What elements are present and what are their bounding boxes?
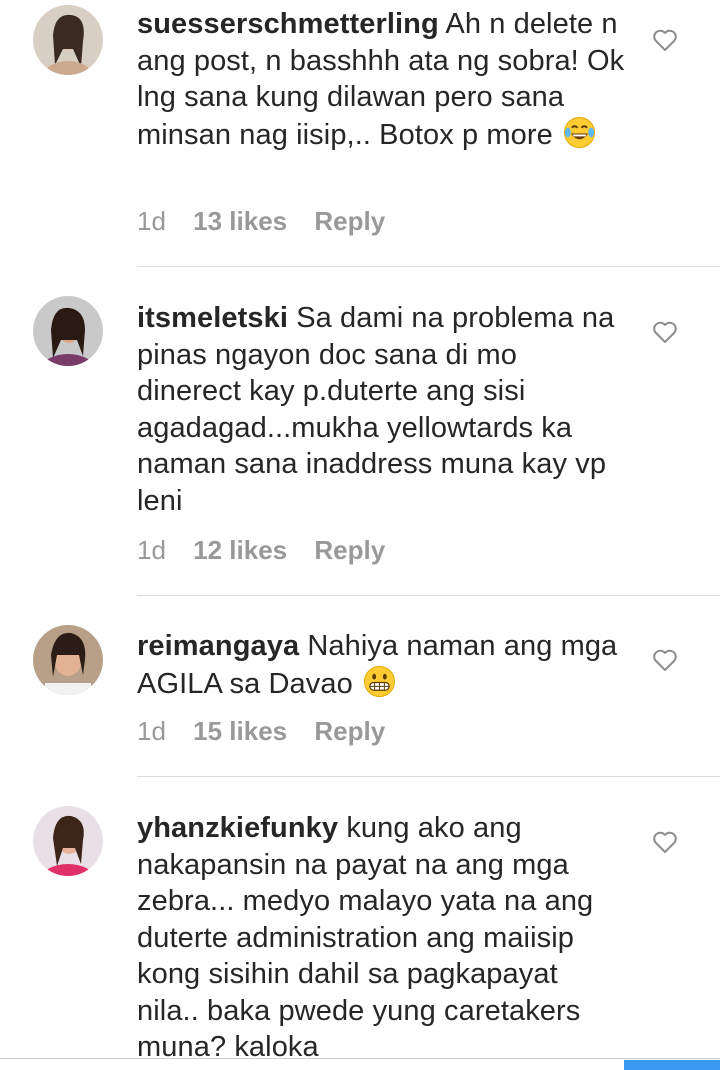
like-heart-icon[interactable] (652, 28, 678, 52)
face-with-tears-of-joy-icon (563, 116, 596, 159)
comment-time: 1d (137, 535, 166, 565)
comment-body: Sa dami na problema na pinas ngayon doc … (137, 302, 615, 517)
comment-divider (137, 266, 720, 267)
comment-divider (137, 595, 720, 596)
comment-text: suesserschmetterling Ah n delete n ang p… (137, 6, 627, 158)
comment-likes[interactable]: 13 likes (193, 206, 287, 236)
like-heart-icon[interactable] (652, 830, 678, 854)
bottom-edge (0, 1058, 720, 1059)
comment-body: kung ako ang nakapansin na payat na ang … (137, 812, 594, 1063)
reply-button[interactable]: Reply (314, 716, 385, 746)
comment-likes[interactable]: 15 likes (193, 716, 287, 746)
like-heart-icon[interactable] (652, 648, 678, 672)
comment-username[interactable]: reimangaya (137, 630, 299, 662)
comment-username[interactable]: suesserschmetterling (137, 8, 439, 40)
comment-text: itsmeletski Sa dami na problema na pinas… (137, 300, 627, 519)
comment-text: reimangaya Nahiya naman ang mga AGILA sa… (137, 628, 627, 707)
comment-time: 1d (137, 206, 166, 236)
avatar[interactable] (33, 5, 103, 75)
comment-time: 1d (137, 716, 166, 746)
comment-username[interactable]: itsmeletski (137, 302, 288, 334)
avatar[interactable] (33, 296, 103, 366)
scroll-indicator (624, 1060, 720, 1070)
comment-likes[interactable]: 12 likes (193, 535, 287, 565)
reply-button[interactable]: Reply (314, 206, 385, 236)
grimacing-face-icon (363, 665, 396, 708)
comment-meta: 1d 15 likes Reply (137, 716, 385, 747)
comment-meta: 1d 13 likes Reply (137, 206, 385, 237)
comment-meta: 1d 12 likes Reply (137, 535, 385, 566)
comment-divider (137, 776, 720, 777)
comment-text: yhanzkiefunky kung ako ang nakapansin na… (137, 810, 627, 1066)
reply-button[interactable]: Reply (314, 535, 385, 565)
avatar[interactable] (33, 806, 103, 876)
like-heart-icon[interactable] (652, 320, 678, 344)
avatar[interactable] (33, 625, 103, 695)
comment-username[interactable]: yhanzkiefunky (137, 812, 338, 844)
